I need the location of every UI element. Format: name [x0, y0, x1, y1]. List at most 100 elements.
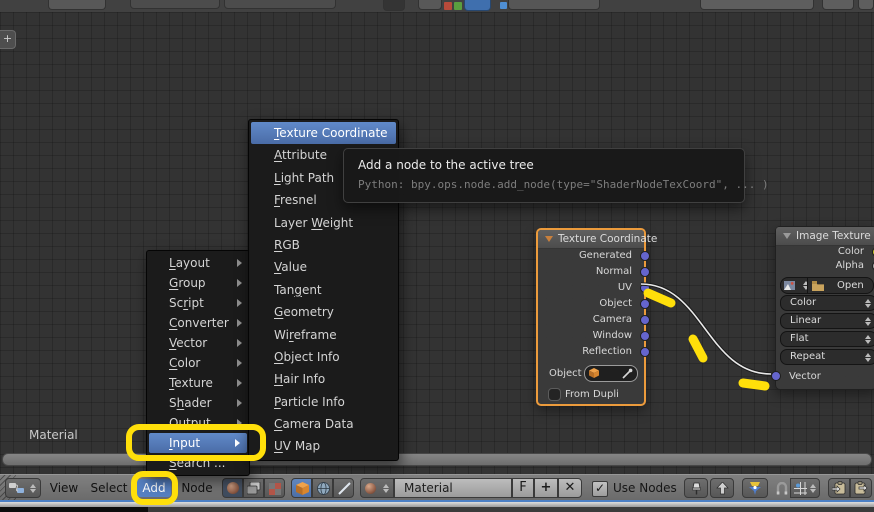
color-space-dropdown[interactable]: Color [780, 295, 874, 311]
toolbar-expand-button[interactable]: + [0, 30, 16, 49]
submenu-item-layer-weight[interactable]: Layer Weight [249, 212, 398, 234]
info-header-button[interactable] [383, 0, 405, 11]
menu-add[interactable]: Add [137, 479, 171, 497]
shader-object-button[interactable] [291, 478, 312, 498]
info-header-button[interactable] [48, 0, 106, 10]
submenu-item-uv-map[interactable]: UV Map [249, 435, 398, 457]
menu-select[interactable]: Select [86, 479, 132, 497]
unlink-material-button[interactable]: ✕ [558, 478, 582, 498]
socket-uv[interactable] [640, 283, 650, 293]
submenu-item-rgb[interactable]: RGB [249, 234, 398, 256]
menu-item-converter[interactable]: Converter [147, 313, 249, 333]
info-header-field[interactable] [130, 0, 220, 9]
info-header-button[interactable] [858, 0, 874, 10]
info-header-icon[interactable] [500, 2, 507, 9]
info-header-group[interactable] [700, 0, 814, 10]
socket-generated[interactable] [640, 251, 650, 261]
node-header[interactable]: Texture Coordinate [538, 230, 644, 249]
submenu-item-particle-info[interactable]: Particle Info [249, 391, 398, 413]
shader-nodes-button[interactable] [222, 478, 243, 498]
interpolation-dropdown[interactable]: Linear [780, 313, 874, 329]
snap-stepper-icon[interactable] [810, 484, 817, 493]
info-header-active-button[interactable] [464, 0, 491, 11]
socket-normal[interactable] [640, 267, 650, 277]
socket-vector-input[interactable] [771, 371, 781, 381]
socket-reflection[interactable] [640, 347, 650, 357]
fake-user-button[interactable]: F [512, 478, 534, 498]
submenu-item-tangent[interactable]: Tangent [249, 279, 398, 301]
menu-item-group[interactable]: Group [147, 273, 249, 293]
submenu-item-wireframe[interactable]: Wireframe [249, 324, 398, 346]
submenu-item-hair-info[interactable]: Hair Info [249, 368, 398, 390]
auto-render-button[interactable] [742, 478, 768, 498]
object-field-label: Object [549, 368, 582, 379]
submenu-item-texture-coordinate[interactable]: Texture Coordinate [251, 122, 396, 144]
editor-stepper-icon[interactable] [30, 484, 37, 493]
menu-item-script[interactable]: Script [147, 293, 249, 313]
menu-item-search[interactable]: Search ... [147, 453, 249, 473]
socket-window[interactable] [640, 331, 650, 341]
paste-nodes-button[interactable] [850, 478, 872, 498]
tooltip-python: Python: bpy.ops.node.add_node(type="Shad… [358, 178, 769, 191]
snap-mode-dropdown[interactable] [790, 478, 820, 498]
submenu-item-value[interactable]: Value [249, 256, 398, 278]
editor-type-selector[interactable] [5, 478, 41, 498]
socket-object[interactable] [640, 299, 650, 309]
node-editor-canvas[interactable]: + Material Texture Coordinate Generated … [0, 12, 874, 474]
menu-item-shader[interactable]: Shader [147, 393, 249, 413]
open-button-label: Open [837, 279, 864, 292]
use-nodes-checkbox[interactable]: ✓ [592, 481, 608, 497]
vector-input-label: Vector [789, 371, 821, 382]
scene-icon[interactable] [444, 2, 452, 10]
info-header-group[interactable] [508, 0, 600, 10]
info-header-field[interactable] [224, 0, 336, 9]
menu-view[interactable]: View [44, 479, 84, 497]
blender-window: + Material Texture Coordinate Generated … [0, 0, 874, 512]
new-icon[interactable] [454, 2, 462, 10]
menu-item-texture[interactable]: Texture [147, 373, 249, 393]
area-divider-strip [0, 500, 874, 512]
paste-clipboard-icon [854, 481, 868, 495]
shader-world-button[interactable] [312, 478, 333, 498]
node-image-texture[interactable]: Image Texture Color Alpha [775, 226, 874, 390]
material-browse-stepper-icon[interactable] [383, 484, 390, 493]
collapse-triangle-icon[interactable] [783, 233, 791, 239]
socket-camera[interactable] [640, 315, 650, 325]
collapse-triangle-icon[interactable] [545, 236, 553, 242]
pin-button[interactable] [684, 478, 708, 498]
texture-nodes-button[interactable] [264, 478, 285, 498]
info-header-button[interactable] [822, 0, 854, 10]
node-texture-coordinate[interactable]: Texture Coordinate Generated Normal UV O… [536, 228, 646, 406]
menu-node[interactable]: Node [176, 479, 218, 497]
dropdown-stepper-icon[interactable] [865, 317, 872, 326]
dropdown-stepper-icon[interactable] [865, 299, 872, 308]
from-dupli-checkbox[interactable] [548, 388, 561, 401]
copy-nodes-button[interactable] [828, 478, 850, 498]
submenu-item-object-info[interactable]: Object Info [249, 346, 398, 368]
parent-tree-button[interactable] [710, 478, 734, 498]
material-name-field[interactable]: Material [394, 478, 512, 498]
dropdown-stepper-icon[interactable] [865, 353, 872, 362]
extension-dropdown[interactable]: Repeat [780, 349, 874, 365]
submenu-item-camera-data[interactable]: Camera Data [249, 413, 398, 435]
menu-item-color[interactable]: Color [147, 353, 249, 373]
eyedropper-icon[interactable] [622, 368, 633, 379]
pin-icon [690, 482, 703, 495]
horizontal-scrollbar[interactable] [2, 453, 872, 466]
menu-item-input[interactable]: Input [149, 433, 247, 453]
menu-item-output[interactable]: Output [147, 413, 249, 433]
output-uv: UV [538, 280, 644, 296]
menu-item-layout[interactable]: Layout [147, 253, 249, 273]
projection-dropdown[interactable]: Flat [780, 331, 874, 347]
material-preview-button[interactable] [360, 478, 394, 498]
new-material-button[interactable]: + [534, 478, 558, 498]
info-header-button[interactable] [418, 0, 442, 10]
open-image-button[interactable]: Open [807, 277, 874, 294]
dropdown-stepper-icon[interactable] [865, 335, 872, 344]
snap-toggle-button[interactable] [772, 478, 790, 498]
menu-item-vector[interactable]: Vector [147, 333, 249, 353]
shader-linestyle-button[interactable] [333, 478, 354, 498]
compositing-nodes-button[interactable] [243, 478, 264, 498]
submenu-item-geometry[interactable]: Geometry [249, 301, 398, 323]
object-id-field[interactable] [584, 365, 638, 382]
